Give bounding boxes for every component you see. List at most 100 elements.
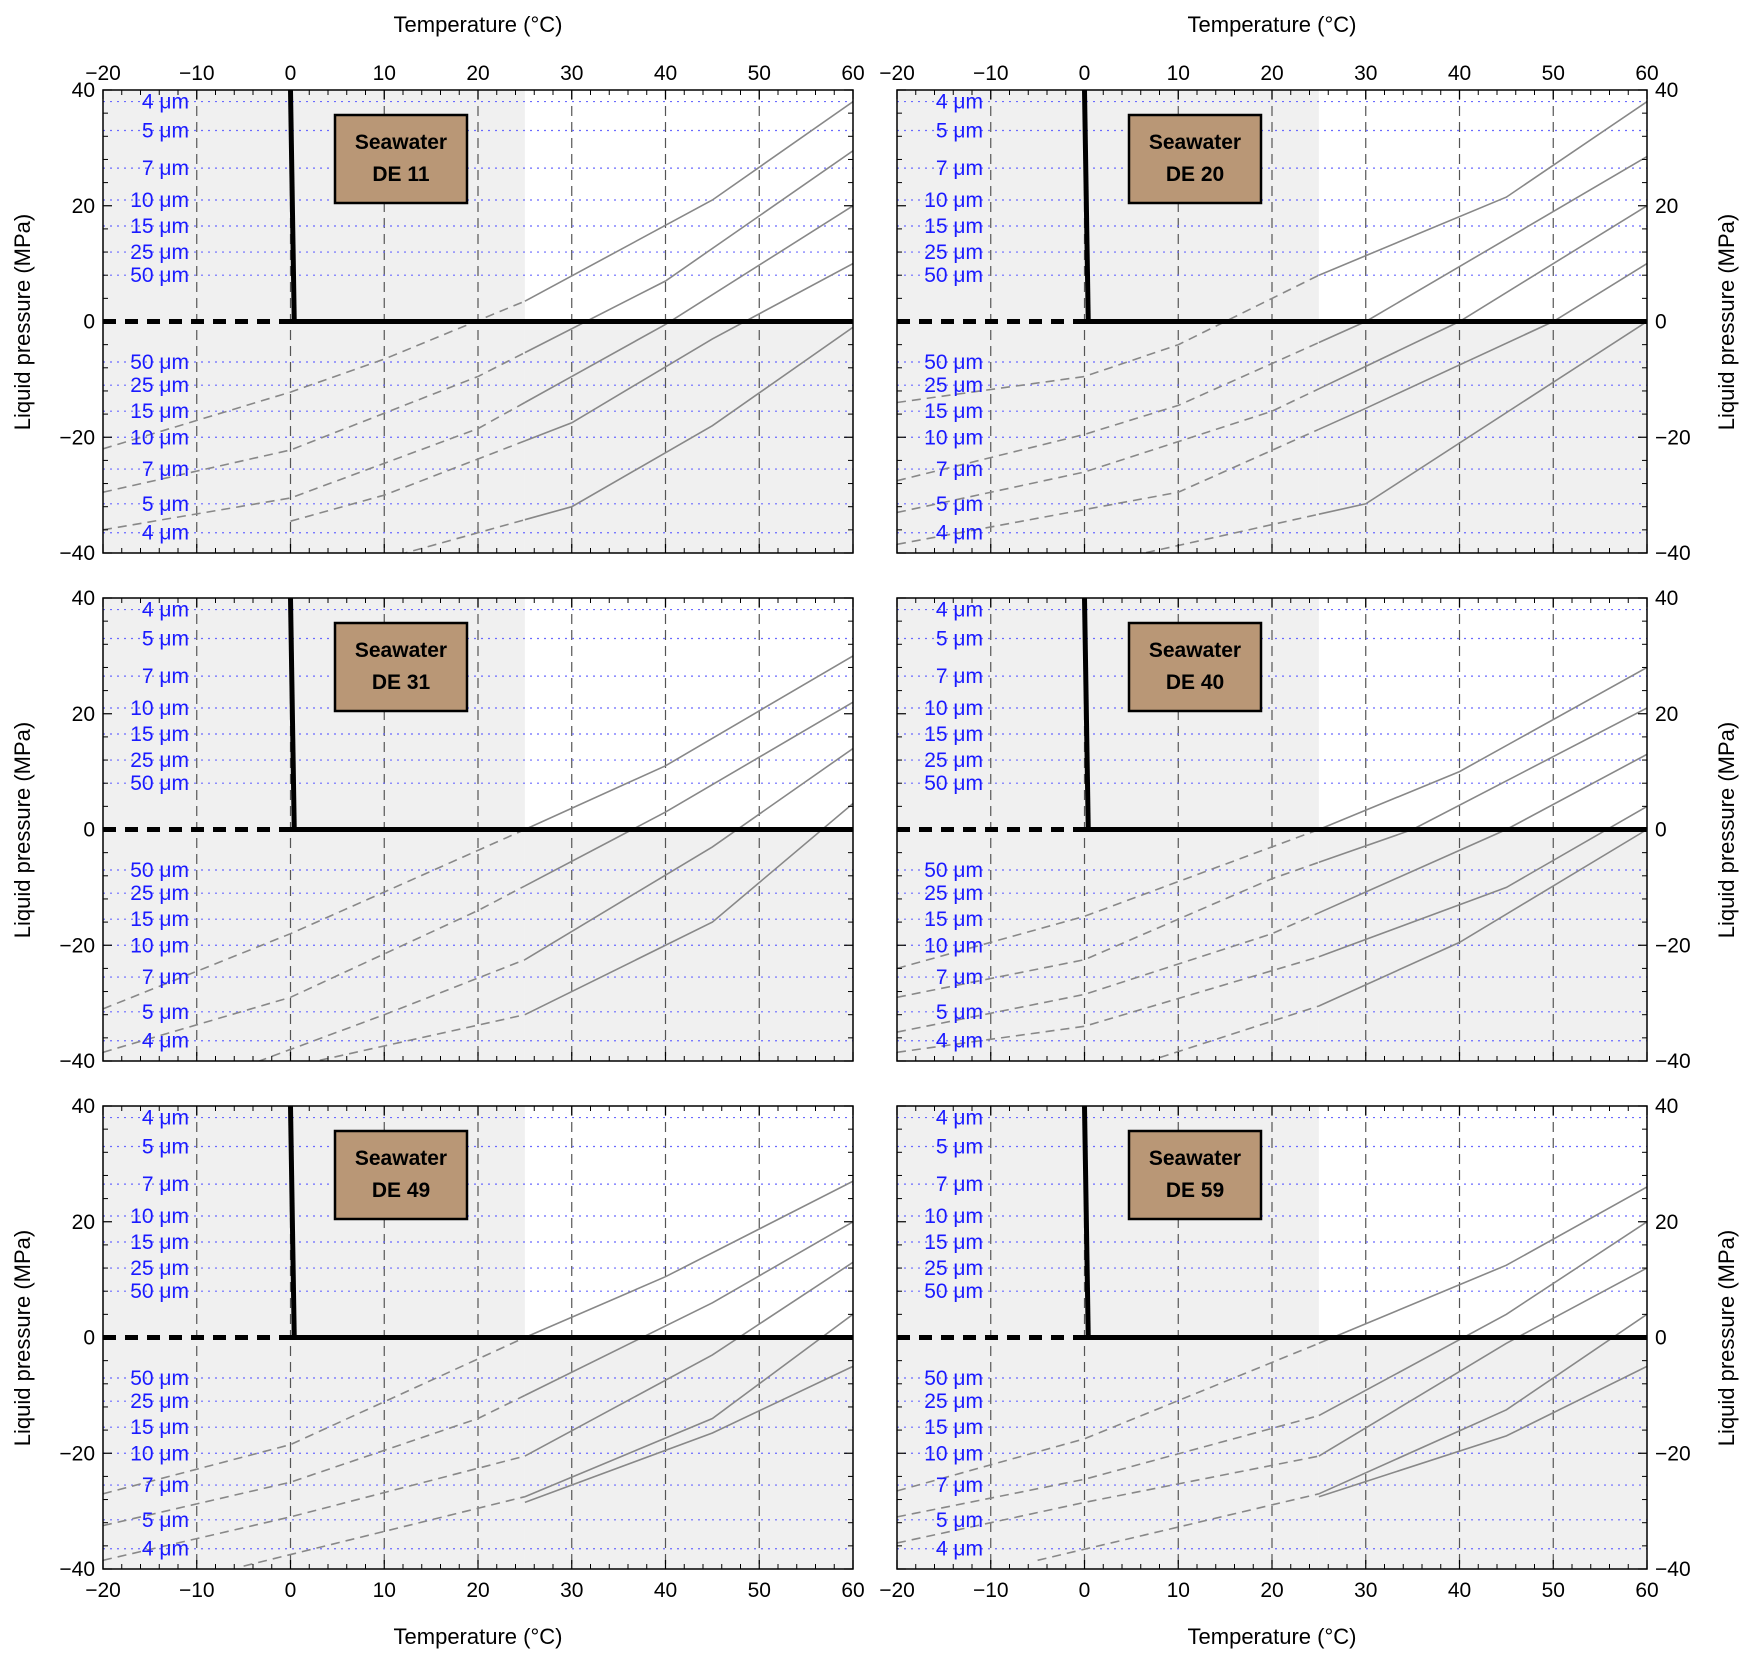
curve-label: 15 μm bbox=[924, 723, 983, 746]
curve-label: 50 μm bbox=[924, 1280, 983, 1303]
curve-label: 7 μm bbox=[936, 1474, 983, 1497]
x-tick-label: −10 bbox=[179, 62, 215, 85]
y-tick-label: −40 bbox=[1655, 1558, 1691, 1581]
panel-de-31: 4 μm5 μm7 μm10 μm15 μm25 μm50 μm50 μm25 … bbox=[59, 587, 854, 1073]
curve-label: 7 μm bbox=[936, 665, 983, 688]
curve-label: 4 μm bbox=[142, 599, 189, 622]
curve-label: 50 μm bbox=[924, 859, 983, 882]
y-tick-label: −20 bbox=[1655, 934, 1691, 957]
curve-label: 4 μm bbox=[142, 1538, 189, 1561]
x-tick-label: 20 bbox=[1260, 1579, 1283, 1602]
curve-label: 15 μm bbox=[130, 215, 189, 238]
curve-label: 15 μm bbox=[924, 908, 983, 931]
curve-label: 25 μm bbox=[130, 882, 189, 905]
curve-label: 4 μm bbox=[936, 522, 983, 545]
curve-label: 50 μm bbox=[924, 264, 983, 287]
badge-line2: DE 11 bbox=[372, 163, 430, 186]
curve-label: 10 μm bbox=[924, 1205, 983, 1228]
curve-label: 7 μm bbox=[936, 966, 983, 989]
curve-label: 15 μm bbox=[924, 215, 983, 238]
curve-label: 25 μm bbox=[130, 1390, 189, 1413]
curve-label: 4 μm bbox=[936, 599, 983, 622]
curve-label: 50 μm bbox=[130, 351, 189, 374]
curve-label: 7 μm bbox=[142, 1474, 189, 1497]
panel-de-40: 4 μm5 μm7 μm10 μm15 μm25 μm50 μm50 μm25 … bbox=[896, 587, 1691, 1073]
x-tick-label: −10 bbox=[973, 62, 1009, 85]
curve-label: 25 μm bbox=[130, 749, 189, 772]
panel-de-20: 4 μm5 μm7 μm10 μm15 μm25 μm50 μm50 μm25 … bbox=[879, 62, 1690, 565]
curve-label: 15 μm bbox=[130, 400, 189, 423]
curve-label: 50 μm bbox=[130, 264, 189, 287]
curve-label: 4 μm bbox=[142, 1030, 189, 1053]
x-tick-label: −10 bbox=[179, 1579, 215, 1602]
row1-right-ylabel: Liquid pressure (MPa) bbox=[1714, 214, 1739, 430]
curve-label: 15 μm bbox=[130, 1231, 189, 1254]
curve-label: 5 μm bbox=[142, 1001, 189, 1024]
curve-label: 15 μm bbox=[924, 400, 983, 423]
badge-line1: Seawater bbox=[355, 131, 447, 154]
badge-line2: DE 59 bbox=[1166, 1179, 1224, 1202]
curve-label: 7 μm bbox=[142, 1173, 189, 1196]
curve-label: 5 μm bbox=[936, 1001, 983, 1024]
curve-label: 4 μm bbox=[936, 1107, 983, 1130]
curve-label: 7 μm bbox=[142, 458, 189, 481]
badge-line2: DE 20 bbox=[1166, 163, 1224, 186]
x-tick-label: 10 bbox=[1167, 1579, 1190, 1602]
bottom-left-xlabel: Temperature (°C) bbox=[394, 1624, 563, 1649]
curve-label: 50 μm bbox=[924, 1367, 983, 1390]
x-tick-label: 40 bbox=[654, 62, 677, 85]
curve-label: 5 μm bbox=[142, 1509, 189, 1532]
badge-line2: DE 31 bbox=[372, 671, 431, 694]
curve-label: 10 μm bbox=[924, 697, 983, 720]
x-tick-label: 60 bbox=[841, 1579, 864, 1602]
curve-label: 4 μm bbox=[936, 1030, 983, 1053]
x-tick-label: 0 bbox=[285, 62, 297, 85]
y-tick-label: 0 bbox=[83, 1327, 95, 1350]
y-tick-label: 40 bbox=[72, 1095, 95, 1118]
curve-label: 4 μm bbox=[142, 1107, 189, 1130]
y-tick-label: 20 bbox=[1655, 195, 1678, 218]
y-tick-label: 40 bbox=[72, 79, 95, 102]
curve-label: 10 μm bbox=[130, 1442, 189, 1465]
y-tick-label: 0 bbox=[1655, 1327, 1667, 1350]
y-tick-label: −20 bbox=[1655, 426, 1691, 449]
curve-label: 10 μm bbox=[130, 934, 189, 957]
y-tick-label: −20 bbox=[59, 1442, 95, 1465]
curve-label: 5 μm bbox=[936, 1509, 983, 1532]
badge-line2: DE 49 bbox=[372, 1179, 430, 1202]
x-tick-label: 30 bbox=[1354, 62, 1377, 85]
curve-label: 5 μm bbox=[936, 120, 983, 143]
curve-label: 25 μm bbox=[924, 374, 983, 397]
x-tick-label: 50 bbox=[1542, 1579, 1565, 1602]
sample-badge bbox=[1127, 621, 1263, 713]
sample-badge bbox=[333, 113, 469, 205]
curve-label: 7 μm bbox=[936, 458, 983, 481]
curve-label: 5 μm bbox=[936, 628, 983, 651]
curve-label: 10 μm bbox=[924, 1442, 983, 1465]
x-tick-label: 20 bbox=[466, 62, 489, 85]
curve-label: 5 μm bbox=[142, 1136, 189, 1159]
y-tick-label: −40 bbox=[59, 542, 95, 565]
sample-badge bbox=[333, 1129, 469, 1221]
top-right-xlabel: Temperature (°C) bbox=[1188, 12, 1357, 37]
y-tick-label: −40 bbox=[59, 1050, 95, 1073]
curve-label: 25 μm bbox=[924, 1257, 983, 1280]
row3-left-ylabel: Liquid pressure (MPa) bbox=[10, 1230, 35, 1446]
y-tick-label: 0 bbox=[83, 819, 95, 842]
row3-right-ylabel: Liquid pressure (MPa) bbox=[1714, 1230, 1739, 1446]
curve-label: 10 μm bbox=[924, 934, 983, 957]
curve-label: 7 μm bbox=[142, 966, 189, 989]
bottom-right-xlabel: Temperature (°C) bbox=[1188, 1624, 1357, 1649]
curve-label: 50 μm bbox=[924, 772, 983, 795]
y-tick-label: 40 bbox=[72, 587, 95, 610]
curve-label: 10 μm bbox=[130, 1205, 189, 1228]
curve-label: 10 μm bbox=[924, 426, 983, 449]
x-tick-label: 30 bbox=[560, 62, 583, 85]
badge-line1: Seawater bbox=[1149, 131, 1241, 154]
x-tick-label: 40 bbox=[654, 1579, 677, 1602]
y-tick-label: −20 bbox=[59, 934, 95, 957]
curve-label: 10 μm bbox=[130, 426, 189, 449]
curve-label: 7 μm bbox=[142, 665, 189, 688]
y-tick-label: 20 bbox=[1655, 703, 1678, 726]
y-tick-label: 40 bbox=[1655, 587, 1678, 610]
